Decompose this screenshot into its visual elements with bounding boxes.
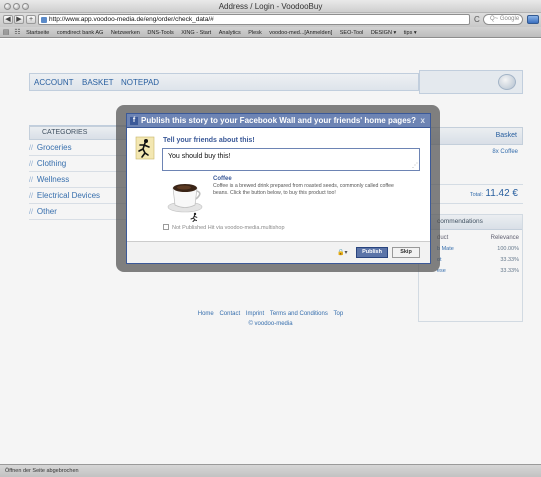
dialog-title: Publish this story to your Facebook Wall… [141,116,416,125]
bookmark-item[interactable]: Startseite [26,28,49,37]
bookmark-item[interactable]: DNS-Tools [147,28,173,37]
window-title: Address / Login - VoodooBuy [218,2,323,11]
bookmarks-bar: ▤ ☷ Startseite comdirect bank AG Netzwer… [0,27,541,38]
optout-label: Not Published Hit via voodoo-media.multi… [172,225,285,231]
bookmark-item[interactable]: tips ▾ [404,28,417,37]
optout-row[interactable]: Not Published Hit via voodoo-media.multi… [163,224,285,231]
url-field[interactable]: http://www.app.voodoo-media.de/eng/order… [38,14,470,25]
facebook-publish-dialog: f Publish this story to your Facebook Wa… [126,113,431,264]
bookmark-item[interactable]: comdirect bank AG [57,28,103,37]
optout-checkbox[interactable] [163,224,169,230]
resize-grip-icon[interactable]: ⋰ [412,162,418,169]
bookmark-item[interactable]: voodoo-med...[Anmelden] [269,28,332,37]
message-text: You should buy this! [168,153,231,160]
address-toolbar: ◀ ▶ + http://www.app.voodoo-media.de/eng… [0,13,541,27]
close-dialog-icon[interactable]: x [421,114,425,127]
running-man-icon [135,136,155,160]
dialog-prompt: Tell your friends about this! [163,137,255,144]
privacy-lock-icon[interactable]: 🔒▾ [337,249,347,256]
product-description: Coffee is a brewed drink prepared from r… [213,183,394,196]
skip-button[interactable]: Skip [392,247,420,258]
bookmark-item[interactable]: Netzwerken [111,28,140,37]
running-man-small-icon [190,212,198,222]
forward-button[interactable]: ▶ [14,15,24,24]
coffee-cup-image [167,184,203,213]
bookmark-item[interactable]: SEO-Tool [340,28,364,37]
status-bar: Öffnen der Seite abgebrochen [0,464,541,477]
bookmark-item[interactable]: DESIGN ▾ [371,28,396,37]
message-input[interactable]: You should buy this! ⋰ [162,148,420,171]
add-bookmark-button[interactable]: + [26,15,36,24]
reload-icon[interactable]: C [474,15,480,24]
site-favicon-icon [41,17,47,23]
publish-button[interactable]: Publish [356,247,388,258]
dialog-footer: 🔒▾ Publish Skip [127,241,430,263]
bookmark-item[interactable]: XING - Start [181,28,211,37]
product-name[interactable]: Coffee [213,176,232,182]
dialog-header: f Publish this story to your Facebook Wa… [127,114,430,128]
search-field[interactable]: Q~ Google [483,14,523,25]
bookmark-item[interactable]: Analytics [219,28,241,37]
url-text: http://www.app.voodoo-media.de/eng/order… [49,16,214,23]
bookmark-item[interactable]: Plesk [248,28,261,37]
window-titlebar: Address / Login - VoodooBuy [0,0,541,13]
book-icon[interactable]: ▤ [2,27,10,37]
facebook-logo-icon: f [130,117,138,125]
grid-icon[interactable]: ☷ [14,27,22,37]
extension-icon[interactable] [527,15,539,24]
back-button[interactable]: ◀ [3,15,13,24]
